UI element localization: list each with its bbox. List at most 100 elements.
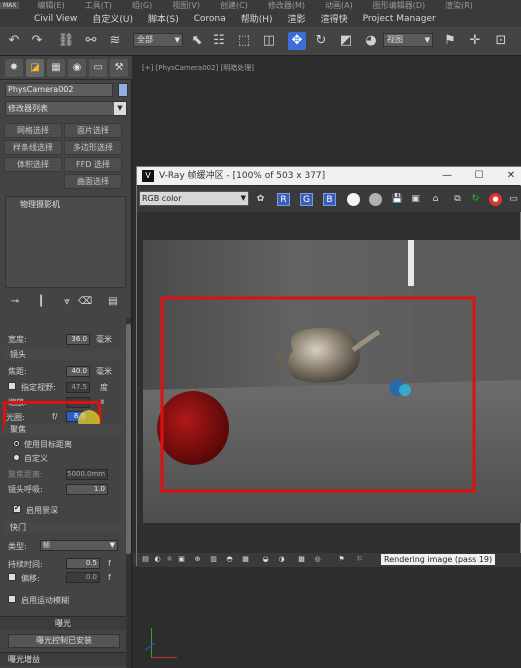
vol-select-button[interactable]: 体积选择 bbox=[4, 157, 62, 172]
move-icon[interactable]: ✥ bbox=[288, 32, 306, 50]
make-unique-icon[interactable]: ⩔ bbox=[60, 295, 74, 309]
menu-civil-view[interactable]: Civil View bbox=[34, 14, 77, 24]
offset-checkbox[interactable] bbox=[8, 573, 16, 581]
dof-checkbox[interactable] bbox=[13, 504, 21, 513]
curve-icon[interactable]: ◒ bbox=[261, 555, 270, 564]
stop-render-icon[interactable]: ● bbox=[489, 193, 502, 206]
fov-checkbox[interactable] bbox=[8, 382, 16, 390]
motion-blur-checkbox[interactable] bbox=[8, 595, 16, 603]
save-image-icon[interactable]: 💾 bbox=[391, 193, 404, 206]
app-logo[interactable]: MAX bbox=[0, 1, 20, 9]
select-by-name-icon[interactable]: ☷ bbox=[210, 32, 228, 50]
display-tab-icon[interactable]: ▭ bbox=[89, 59, 107, 77]
menu-views[interactable]: 视图(V) bbox=[172, 0, 200, 10]
exposure-control-button[interactable]: 曝光控制已安装 bbox=[8, 634, 120, 648]
focus-distance-spinner[interactable]: 5000.0mm bbox=[66, 469, 108, 480]
redo-icon[interactable]: ↷ bbox=[28, 32, 46, 50]
region-render-icon[interactable]: ▭ bbox=[507, 193, 520, 206]
remove-modifier-icon[interactable]: ⌫ bbox=[78, 295, 92, 309]
poly-select-button[interactable]: 多边形选择 bbox=[64, 140, 122, 155]
scale-icon[interactable]: ◩ bbox=[337, 32, 355, 50]
menu-customize[interactable]: 自定义(U) bbox=[92, 12, 133, 25]
vfb-title-bar[interactable]: V V-Ray 帧缓冲区 - [100% of 503 x 377] — ☐ ✕ bbox=[137, 167, 521, 185]
ruler-icon[interactable]: ▥ bbox=[209, 555, 218, 564]
create-tab-icon[interactable]: ✸ bbox=[5, 59, 23, 77]
maximize-button[interactable]: ☐ bbox=[469, 167, 489, 185]
color-correction-icon[interactable]: ◓ bbox=[225, 555, 234, 564]
menu-modifiers[interactable]: 修改器(M) bbox=[268, 0, 305, 10]
menu-scripting[interactable]: 脚本(S) bbox=[148, 12, 179, 25]
selection-filter-dropdown[interactable]: 全部 ▼ bbox=[133, 33, 183, 47]
mono-channel-icon[interactable] bbox=[369, 193, 382, 206]
ffd-select-button[interactable]: FFD 选择 bbox=[64, 157, 122, 172]
close-button[interactable]: ✕ bbox=[501, 167, 521, 185]
menu-help[interactable]: 帮助(H) bbox=[241, 12, 273, 25]
render-icon[interactable]: ↻ bbox=[469, 193, 482, 206]
stack-item-physical-camera[interactable]: 物理摄影机 bbox=[6, 198, 125, 211]
place-icon[interactable]: ◕ bbox=[362, 32, 380, 50]
unlink-icon[interactable]: ⚯ bbox=[82, 32, 100, 50]
menu-group[interactable]: 组(G) bbox=[132, 0, 152, 10]
menu-rendering[interactable]: 渲染(R) bbox=[445, 0, 473, 10]
shutter-type-dropdown[interactable]: 帧 ▼ bbox=[40, 540, 118, 551]
viewport-label[interactable]: [+] [PhysCamera002] [明暗处理] bbox=[142, 63, 254, 73]
pin-stack-icon[interactable]: ⊸ bbox=[8, 295, 22, 309]
exposure-rollout[interactable]: 曝光 bbox=[0, 616, 126, 630]
menu-render-fast[interactable]: 渲得快 bbox=[321, 12, 348, 25]
minimize-button[interactable]: — bbox=[437, 167, 457, 185]
show-end-result-icon[interactable]: ┃ bbox=[34, 295, 48, 309]
copy-to-vfb-icon[interactable]: ⧉ bbox=[451, 193, 464, 206]
modifier-list-dropdown[interactable]: 修改器列表 ▼ bbox=[5, 101, 127, 116]
zoom-icon[interactable]: ◐ bbox=[153, 555, 162, 564]
reference-coord-dropdown[interactable]: 视图 ▼ bbox=[383, 33, 433, 47]
fov-spinner[interactable]: 47.5 bbox=[66, 382, 90, 393]
menu-animation[interactable]: 动画(A) bbox=[325, 0, 353, 10]
bind-spacewarp-icon[interactable]: ≋ bbox=[106, 32, 124, 50]
green-channel-button[interactable]: G bbox=[300, 193, 313, 206]
lut-icon[interactable]: ▩ bbox=[297, 555, 306, 564]
pivot-center-icon[interactable]: ⚑ bbox=[441, 32, 459, 50]
history-icon[interactable]: ▤ bbox=[141, 555, 150, 564]
object-name-field[interactable]: PhysCamera002 bbox=[5, 83, 113, 97]
select-object-icon[interactable]: ⬉ bbox=[188, 32, 206, 50]
undo-icon[interactable]: ↶ bbox=[5, 32, 23, 50]
red-channel-button[interactable]: R bbox=[277, 193, 290, 206]
use-target-radio[interactable] bbox=[13, 440, 20, 447]
render-elements-icon[interactable]: ⚐ bbox=[355, 555, 364, 564]
width-spinner[interactable]: 36.0 bbox=[66, 334, 90, 345]
menu-create[interactable]: 创建(C) bbox=[220, 0, 248, 10]
alpha-channel-icon[interactable] bbox=[347, 193, 360, 206]
lens-effects-icon[interactable]: ☼ bbox=[165, 555, 174, 564]
spline-select-button[interactable]: 样条线选择 bbox=[4, 140, 62, 155]
menu-render-shadow[interactable]: 渲影 bbox=[288, 12, 306, 25]
clear-image-icon[interactable]: ⌂ bbox=[429, 193, 442, 206]
rotate-icon[interactable]: ↻ bbox=[312, 32, 330, 50]
keyboard-shortcut-icon[interactable]: ⊡ bbox=[492, 32, 510, 50]
window-crossing-icon[interactable]: ◫ bbox=[260, 32, 278, 50]
menu-corona[interactable]: Corona bbox=[194, 14, 226, 24]
menu-project-manager[interactable]: Project Manager bbox=[363, 14, 436, 24]
blue-channel-button[interactable]: B bbox=[323, 193, 336, 206]
modify-tab-icon[interactable]: ◪ bbox=[26, 59, 44, 77]
track-mouse-icon[interactable]: ⊕ bbox=[193, 555, 202, 564]
offset-spinner[interactable]: 0.0 bbox=[66, 572, 100, 583]
select-manipulate-icon[interactable]: ✛ bbox=[466, 32, 484, 50]
exposure-icon[interactable]: ◑ bbox=[277, 555, 286, 564]
channel-dropdown[interactable]: RGB color ▼ bbox=[139, 191, 249, 206]
custom-focus-radio[interactable] bbox=[13, 454, 20, 461]
lens-breathing-spinner[interactable]: 1.0 bbox=[66, 484, 108, 495]
display-srgb-icon[interactable]: ◎ bbox=[313, 555, 322, 564]
pixel-aspect-icon[interactable]: ⚑ bbox=[337, 555, 346, 564]
levels-icon[interactable]: ▦ bbox=[241, 555, 250, 564]
menu-edit[interactable]: 编辑(E) bbox=[37, 0, 64, 10]
rect-selection-icon[interactable]: ⬚ bbox=[235, 32, 253, 50]
focal-length-spinner[interactable]: 40.0 bbox=[66, 366, 90, 377]
object-color-swatch[interactable] bbox=[118, 83, 128, 97]
rgb-channels-icon[interactable]: ✿ bbox=[254, 193, 267, 206]
hierarchy-tab-icon[interactable]: ▦ bbox=[47, 59, 65, 77]
motion-tab-icon[interactable]: ◉ bbox=[68, 59, 86, 77]
duration-spinner[interactable]: 0.5 bbox=[66, 558, 100, 569]
load-image-icon[interactable]: ▣ bbox=[409, 193, 422, 206]
configure-sets-icon[interactable]: ▤ bbox=[106, 295, 120, 309]
utilities-tab-icon[interactable]: ⚒ bbox=[110, 59, 128, 77]
